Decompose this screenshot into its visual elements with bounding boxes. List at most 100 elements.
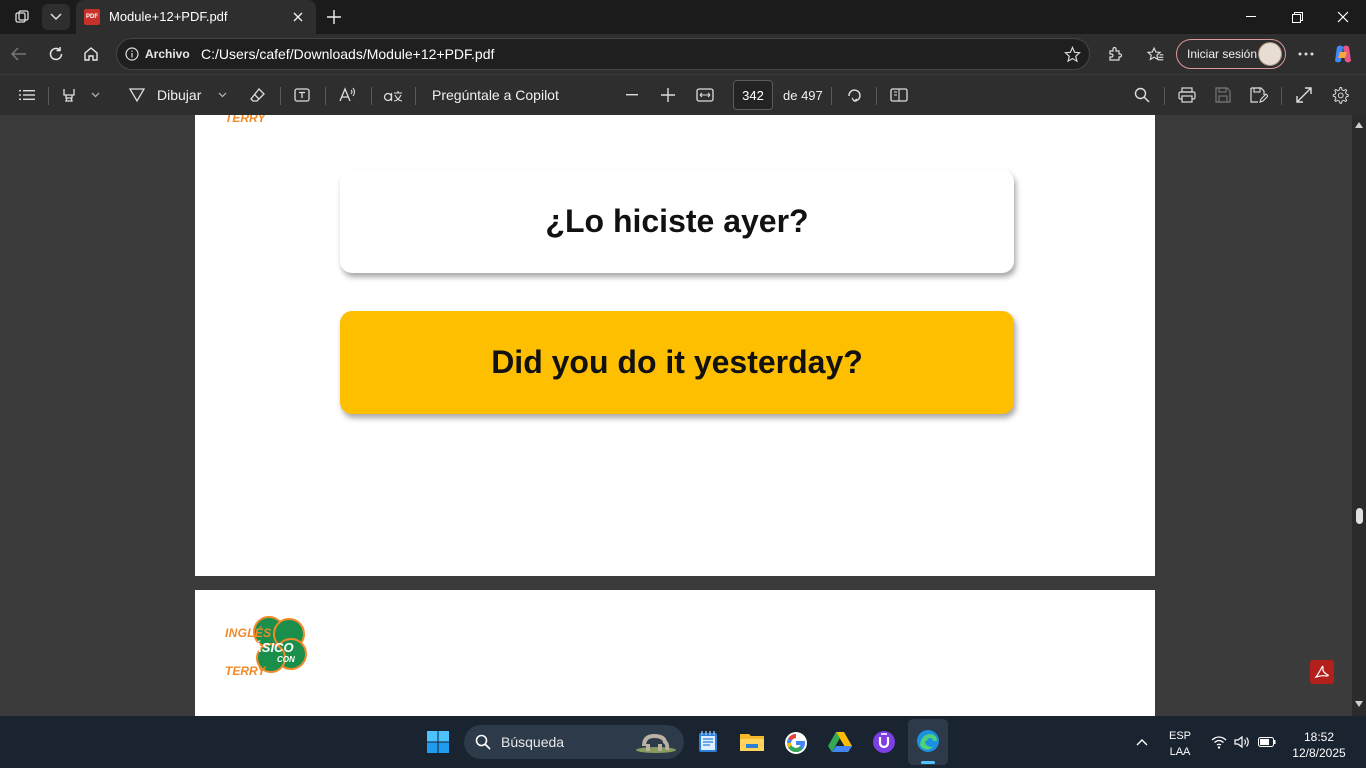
logo-text-basico: BÁSICO (243, 640, 294, 655)
google-chrome-icon[interactable] (783, 730, 809, 756)
volume-icon[interactable] (1233, 734, 1251, 750)
home-icon[interactable] (80, 43, 102, 65)
scrollbar-thumb[interactable] (1356, 508, 1363, 524)
language-indicator-top[interactable]: ESP (1164, 730, 1196, 742)
clock-time[interactable]: 18:52 (1286, 730, 1352, 744)
extensions-icon[interactable] (1105, 44, 1125, 64)
battery-icon[interactable] (1257, 734, 1277, 750)
scroll-up-icon[interactable] (1355, 121, 1363, 129)
pdf-page: TERRY ¿Lo hiciste ayer? Did you do it ye… (195, 115, 1155, 576)
rotate-icon[interactable] (843, 85, 865, 105)
divider (1164, 87, 1165, 105)
sign-in-label: Iniciar sesión (1187, 47, 1258, 61)
tab-bar: PDF Module+12+PDF.pdf (0, 0, 1366, 34)
edge-browser-icon (916, 729, 940, 753)
phrase-english-text: Did you do it yesterday? (491, 344, 863, 380)
copilot-icon[interactable] (1331, 42, 1355, 66)
draw-label[interactable]: Dibujar (157, 87, 201, 103)
new-tab-icon[interactable] (324, 7, 344, 27)
show-hidden-icons-chevron-icon[interactable] (1134, 734, 1150, 750)
settings-gear-icon[interactable] (1329, 84, 1351, 106)
phrase-card-english: Did you do it yesterday? (340, 311, 1014, 414)
translate-icon[interactable] (382, 85, 404, 105)
address-scheme-label: Archivo (145, 47, 190, 61)
taskbar: Búsqueda ESP LAA 18:52 12/8/2025 (0, 716, 1366, 768)
address-bar[interactable]: Archivo C:/Users/cafef/Downloads/Module+… (116, 38, 1090, 70)
zoom-in-icon[interactable] (658, 86, 678, 104)
logo-text-terry: TERRY (225, 115, 266, 125)
zoom-out-icon[interactable] (622, 86, 642, 104)
restore-button[interactable] (1274, 0, 1320, 34)
divider (1281, 87, 1282, 105)
logo-text-terry: TERRY (225, 664, 266, 678)
highlight-chevron-icon[interactable] (89, 89, 101, 101)
notepad-icon[interactable] (697, 730, 719, 754)
page-view-icon[interactable] (888, 85, 910, 105)
app-u-icon[interactable] (871, 729, 897, 755)
pdf-page-next: INGLÉS BÁSICO CON TERRY (195, 590, 1155, 716)
workspaces-icon[interactable] (10, 7, 34, 27)
table-of-contents-icon[interactable] (17, 86, 37, 104)
wifi-icon[interactable] (1210, 734, 1228, 750)
page-total-label: de 497 (783, 88, 823, 103)
add-text-icon[interactable] (292, 86, 312, 104)
pdf-toolbar: Dibujar Pregúntale a Copilot 342 de 497 (0, 74, 1366, 115)
divider (48, 87, 49, 105)
tab-actions-chevron-icon[interactable] (42, 4, 70, 30)
active-app-indicator (921, 761, 935, 764)
acrobat-icon[interactable] (1310, 660, 1334, 684)
scroll-down-icon[interactable] (1355, 700, 1363, 708)
more-options-icon[interactable] (1296, 44, 1316, 64)
sign-in-button[interactable]: Iniciar sesión (1176, 39, 1286, 69)
close-window-button[interactable] (1320, 0, 1366, 34)
logo-partial: TERRY (225, 115, 305, 125)
vertical-scrollbar[interactable] (1352, 115, 1366, 716)
favorite-star-icon[interactable] (1063, 45, 1081, 63)
eraser-icon[interactable] (248, 86, 268, 104)
edge-taskbar-button-active[interactable] (908, 719, 948, 765)
taskbar-search-box[interactable]: Búsqueda (464, 725, 684, 759)
phrase-card-spanish: ¿Lo hiciste ayer? (340, 170, 1014, 273)
logo-text-con: CON (277, 655, 295, 664)
back-icon[interactable] (8, 43, 30, 65)
fit-to-width-icon[interactable] (694, 86, 716, 104)
search-placeholder: Búsqueda (501, 734, 565, 750)
fullscreen-icon[interactable] (1293, 85, 1315, 105)
google-drive-icon[interactable] (827, 730, 853, 754)
avatar (1258, 42, 1282, 66)
logo-text-ingles: INGLÉS (225, 626, 272, 640)
tab-active[interactable]: PDF Module+12+PDF.pdf (76, 0, 316, 34)
address-row: Archivo C:/Users/cafef/Downloads/Module+… (0, 34, 1366, 74)
refresh-icon[interactable] (45, 43, 67, 65)
file-explorer-icon[interactable] (739, 730, 765, 754)
search-highlight-elephant-icon (634, 730, 678, 754)
save-icon[interactable] (1212, 85, 1234, 105)
divider (280, 87, 281, 105)
close-tab-icon[interactable] (290, 9, 306, 25)
tab-title: Module+12+PDF.pdf (109, 9, 228, 24)
divider (876, 87, 877, 105)
print-icon[interactable] (1176, 85, 1198, 105)
read-aloud-icon[interactable] (337, 85, 359, 105)
save-as-icon[interactable] (1248, 85, 1270, 105)
divider (831, 87, 832, 105)
search-icon[interactable] (1131, 85, 1153, 105)
divider (371, 87, 372, 105)
highlight-icon[interactable] (59, 86, 79, 104)
favorites-icon[interactable] (1145, 44, 1165, 64)
phrase-spanish-text: ¿Lo hiciste ayer? (545, 203, 809, 239)
search-icon (474, 733, 492, 751)
pdf-document-view[interactable]: TERRY ¿Lo hiciste ayer? Did you do it ye… (0, 115, 1366, 716)
address-url[interactable]: C:/Users/cafef/Downloads/Module+12+PDF.p… (201, 46, 494, 62)
info-icon[interactable] (125, 47, 139, 61)
draw-chevron-icon[interactable] (216, 89, 228, 101)
divider (325, 87, 326, 105)
clock-date[interactable]: 12/8/2025 (1286, 746, 1352, 760)
draw-icon[interactable] (127, 86, 147, 104)
language-indicator-bottom[interactable]: LAA (1164, 746, 1196, 758)
ask-copilot-button[interactable]: Pregúntale a Copilot (432, 87, 559, 103)
page-number-input[interactable]: 342 (733, 80, 773, 110)
minimize-button[interactable] (1228, 0, 1274, 34)
divider (415, 87, 416, 105)
windows-start-icon[interactable] (426, 730, 450, 754)
